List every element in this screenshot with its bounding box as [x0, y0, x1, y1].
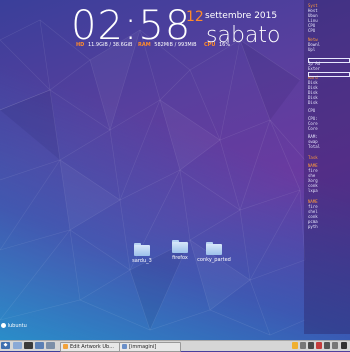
panel-line: Upl — [308, 47, 316, 52]
cpu-stat: CPU 16% — [204, 42, 230, 49]
file-manager-icon[interactable] — [13, 342, 22, 349]
gimp-icon — [63, 344, 68, 349]
hd-stat: HD 11.9GiB / 38.6GiB — [76, 42, 132, 49]
cpu-value: 16% — [219, 42, 231, 48]
panel-line: lxpa — [308, 188, 318, 193]
taskbar-window-immagini[interactable]: [immagini] — [119, 342, 181, 352]
clipboard-icon[interactable] — [324, 342, 330, 349]
power-icon[interactable] — [341, 342, 347, 349]
network-icon[interactable] — [300, 342, 306, 349]
battery-icon[interactable] — [316, 342, 322, 349]
folder-icon-sardu[interactable]: sardu_3 — [124, 243, 160, 264]
system-info-panel: Syst Host Ubun Linu CPU CPU Netw Downl Upl Ip Ad E… — [304, 0, 350, 334]
volume-icon[interactable] — [308, 342, 314, 349]
show-desktop-icon[interactable] — [35, 342, 44, 349]
panel-line: Total — [308, 144, 321, 149]
panel-line: CPU — [308, 28, 316, 33]
desktop-icon-label: conky_parted — [197, 257, 231, 263]
taskbar: ◆ Edit Artwork Ub... [immagini] — [0, 340, 350, 352]
upload-graph — [308, 72, 350, 77]
hd-value: 11.9GiB / 38.6GiB — [87, 42, 133, 48]
ram-value: 582MiB / 993MiB — [154, 42, 197, 48]
tray-icon[interactable] — [332, 342, 338, 349]
clock-widget: 02:58 12 settembre 2015 sabato HD 11.9Gi… — [0, 0, 300, 60]
folder-icon-firefox[interactable]: firefox — [162, 240, 198, 261]
lubuntu-logo-icon — [1, 323, 6, 328]
taskbar-window-label: Edit Artwork Ub... — [70, 344, 114, 350]
desktop-icon-label: firefox — [172, 255, 188, 261]
workspace-switcher-icon[interactable] — [46, 342, 55, 349]
start-menu-button[interactable]: ◆ — [1, 342, 10, 349]
lubuntu-logo-text: lubuntu — [7, 323, 27, 329]
folder-icon — [122, 344, 127, 349]
taskbar-window-label: [immagini] — [129, 344, 157, 350]
folder-icon — [206, 242, 222, 255]
taskbar-window-gimp[interactable]: Edit Artwork Ub... — [60, 342, 122, 352]
panel-line: pyth — [308, 224, 318, 229]
clock-day-number: 12 — [186, 9, 204, 25]
cpu-label: CPU — [204, 42, 216, 48]
terminal-icon[interactable] — [24, 342, 33, 349]
panel-line: Disk — [308, 100, 318, 105]
download-graph — [308, 58, 350, 63]
notification-icon[interactable] — [292, 342, 298, 349]
panel-heading: Task — [308, 155, 318, 160]
desktop-icon-label: sardu_3 — [132, 258, 152, 264]
panel-line: Core — [308, 126, 318, 131]
lubuntu-logo: lubuntu — [1, 323, 27, 329]
folder-icon — [134, 243, 150, 256]
folder-icon — [172, 240, 188, 253]
folder-icon-conky[interactable]: conky_parted — [196, 242, 232, 263]
panel-line: CPU — [308, 108, 316, 113]
clock-month-year: settembre 2015 — [205, 11, 278, 21]
hd-label: HD — [76, 42, 85, 48]
ram-stat: RAM 582MiB / 993MiB — [138, 42, 197, 49]
ram-label: RAM — [138, 42, 151, 48]
panel-line: Exter — [308, 66, 321, 71]
